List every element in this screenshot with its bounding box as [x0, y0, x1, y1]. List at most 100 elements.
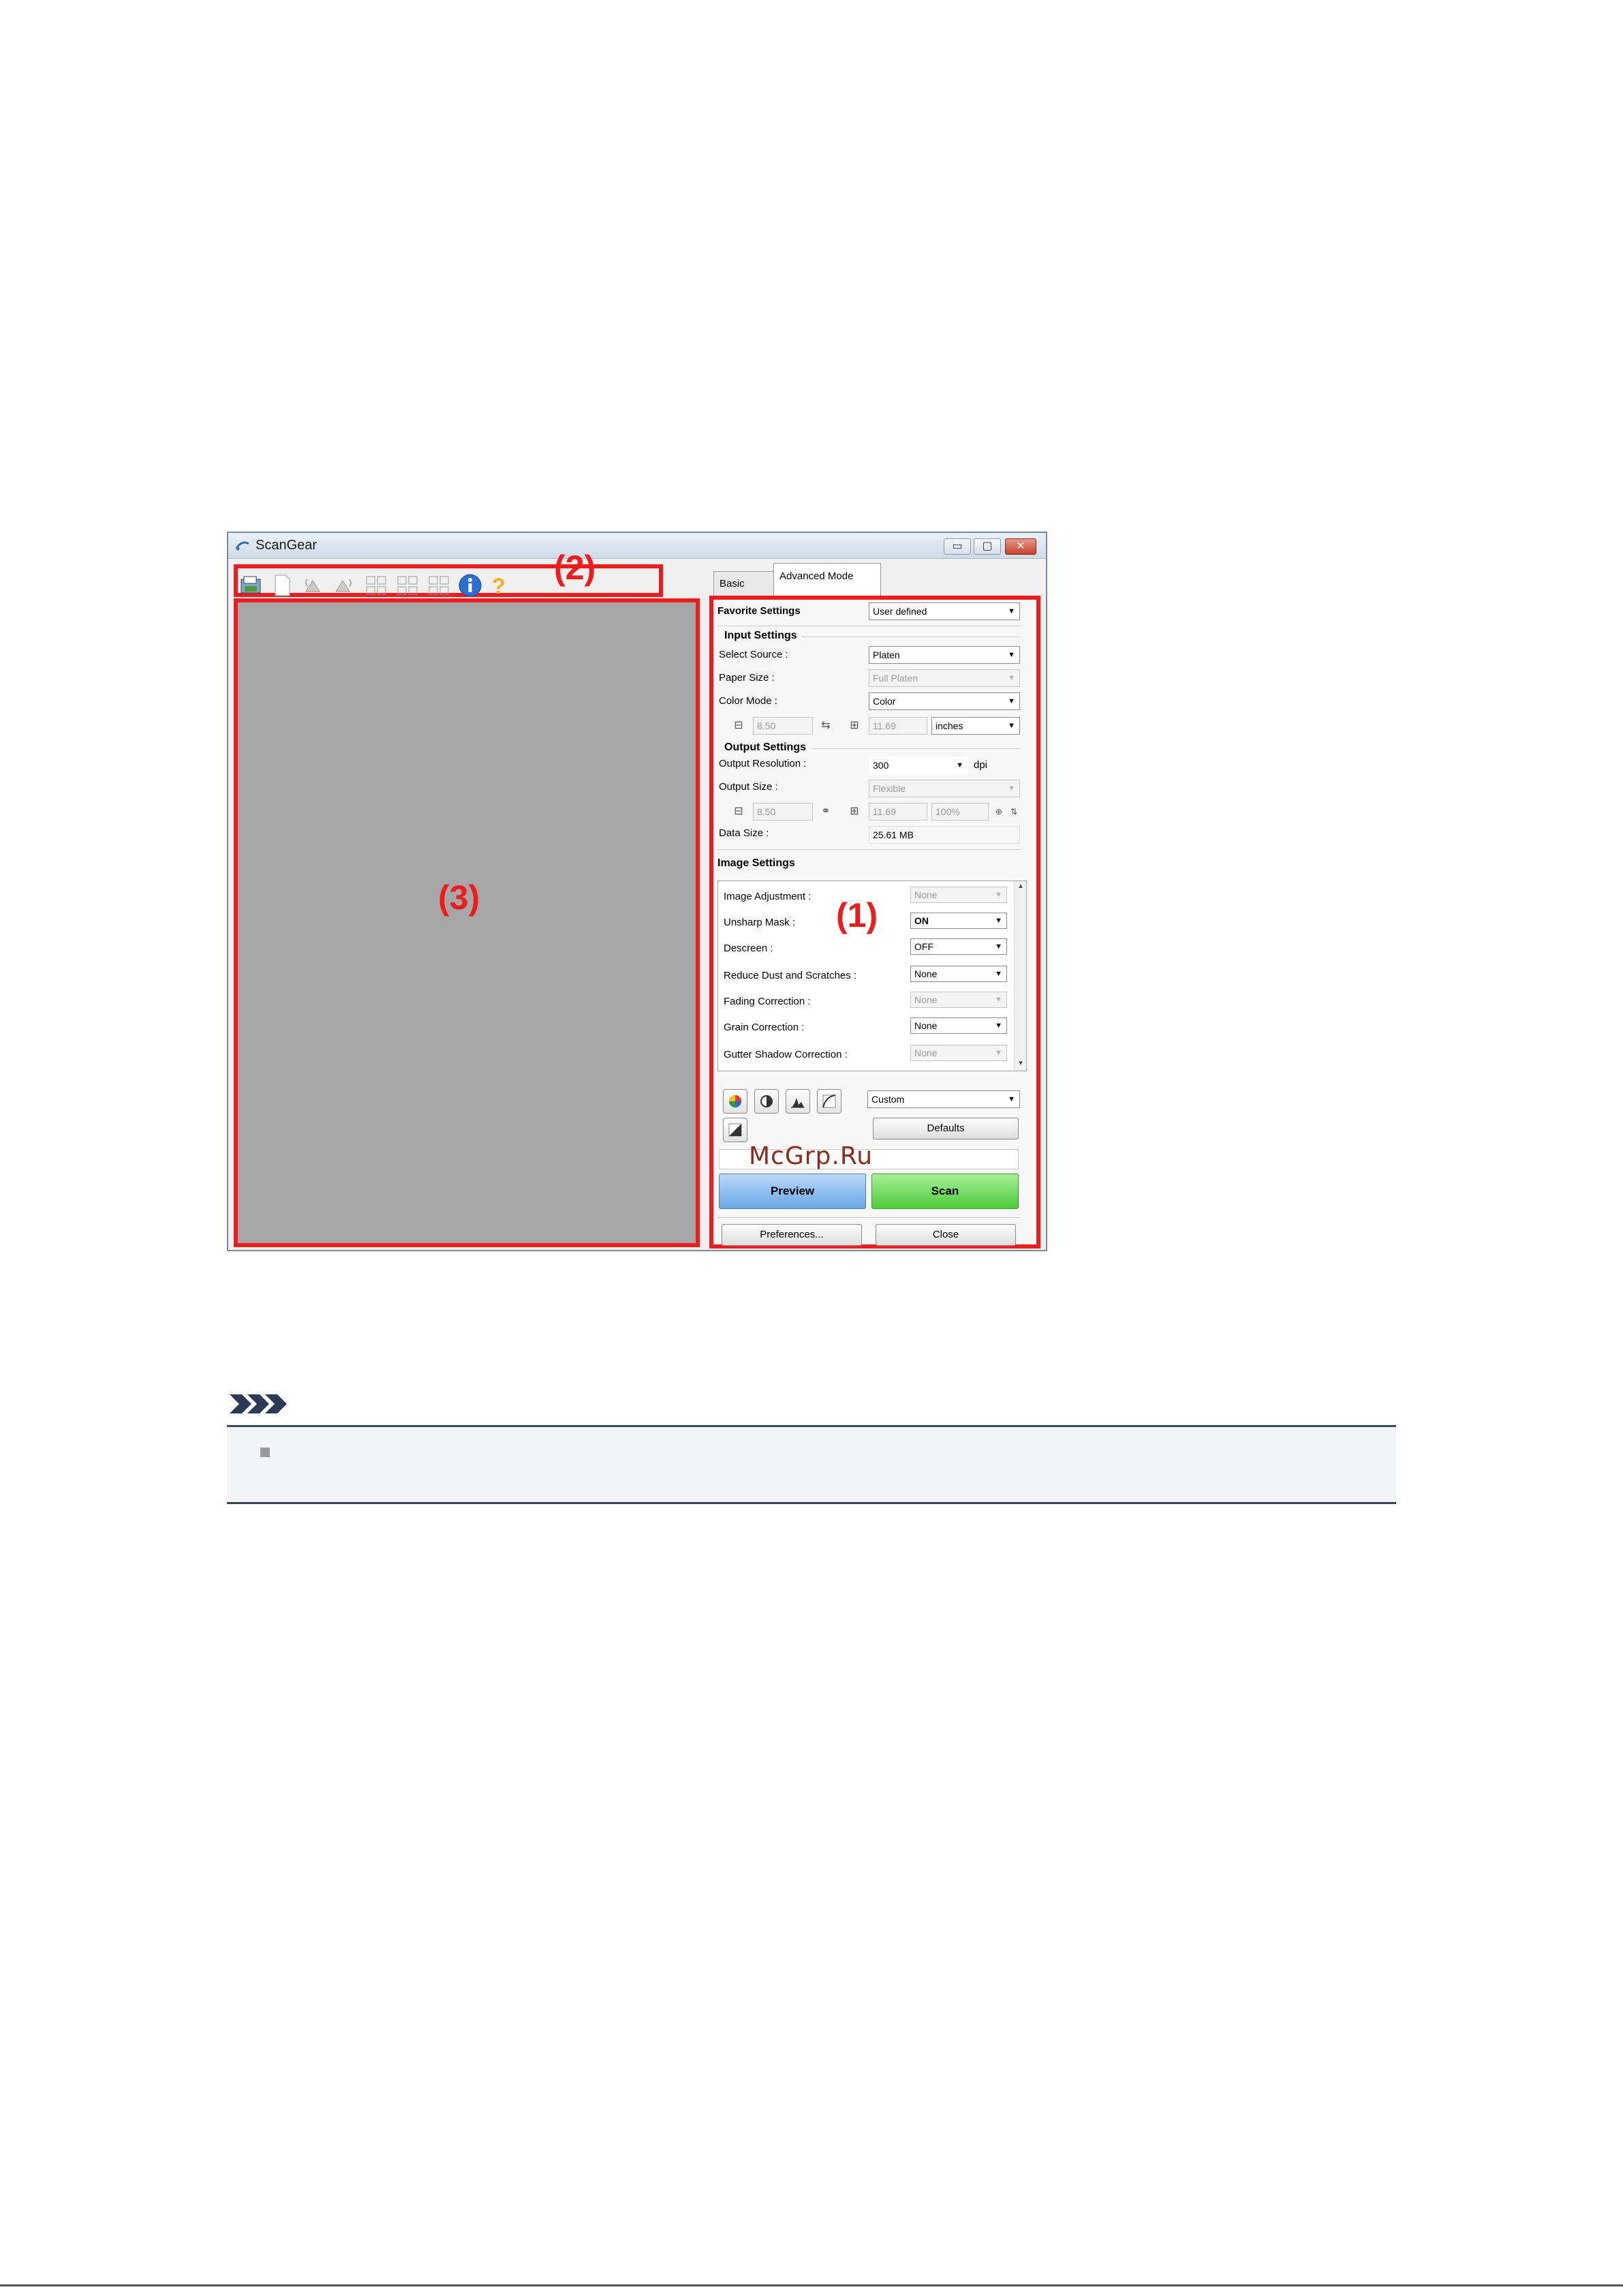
note-arrows-icon	[230, 1394, 287, 1413]
add-size-icon[interactable]: ⊕	[991, 804, 1006, 819]
tone-preset-select[interactable]: Custom ▼	[867, 1090, 1020, 1108]
data-size-value: 25.61 MB	[869, 826, 1020, 844]
image-adjustment-select[interactable]: None ▼	[910, 887, 1007, 903]
tab-basic-mode[interactable]: Basic Mode	[713, 571, 779, 597]
toolbar: ?	[234, 564, 663, 598]
clear-icon[interactable]	[269, 572, 295, 598]
dropdown-arrow-icon: ▼	[956, 761, 963, 769]
unit-select[interactable]: inches ▼	[931, 717, 1020, 735]
check-all-frames-icon[interactable]	[395, 572, 420, 598]
color-mode-label: Color Mode :	[719, 695, 777, 707]
gutter-shadow-label: Gutter Shadow Correction :	[724, 1049, 848, 1060]
grain-correction-select[interactable]: None ▼	[910, 1017, 1007, 1034]
unsharp-mask-select[interactable]: ON ▼	[910, 913, 1007, 929]
histogram-button[interactable]	[786, 1089, 810, 1114]
divider	[717, 849, 1020, 850]
saturation-color-balance-button[interactable]	[723, 1089, 747, 1114]
svg-text:?: ?	[492, 574, 506, 598]
tab-advanced-mode[interactable]: Advanced Mode	[773, 563, 881, 597]
input-settings-title: Input Settings	[724, 630, 797, 641]
callout-2: (2)	[554, 549, 596, 587]
select-source-select[interactable]: Platen ▼	[869, 646, 1020, 664]
information-icon[interactable]	[457, 572, 483, 598]
minimize-button[interactable]: ▭	[944, 538, 971, 555]
dropdown-arrow-icon: ▼	[995, 970, 1002, 978]
dropdown-arrow-icon: ▼	[1008, 607, 1015, 615]
color-wheel-icon	[729, 1095, 741, 1107]
fading-correction-select[interactable]: None ▼	[910, 992, 1007, 1008]
dropdown-arrow-icon: ▼	[1008, 651, 1015, 659]
link-aspect-icon[interactable]: ⚭	[818, 804, 833, 819]
width-icon: ⊟	[734, 720, 743, 731]
uncheck-all-frames-icon[interactable]	[426, 572, 452, 598]
dropdown-arrow-icon: ▼	[995, 1049, 1002, 1057]
width-icon: ⊟	[734, 806, 743, 817]
preview-area[interactable]	[234, 598, 700, 1247]
preferences-button[interactable]: Preferences...	[722, 1224, 862, 1246]
color-mode-select[interactable]: Color ▼	[869, 692, 1020, 710]
output-resolution-select[interactable]: 300 ▼	[869, 756, 968, 774]
image-adjustment-label: Image Adjustment :	[724, 891, 812, 902]
multi-crop-icon[interactable]	[363, 572, 389, 598]
output-settings-title: Output Settings	[724, 741, 806, 753]
title-bar: ScanGear ▭ ▢ ✕	[228, 533, 1046, 559]
fading-correction-label: Fading Correction :	[724, 996, 811, 1007]
input-width-field[interactable]: 8.50	[753, 717, 813, 735]
note-box	[227, 1427, 1396, 1502]
descreen-label: Descreen :	[724, 943, 773, 954]
scale-field[interactable]: 100%	[931, 803, 989, 821]
brightness-contrast-button[interactable]	[754, 1089, 779, 1114]
output-height-field[interactable]: 11.69	[869, 803, 927, 821]
scroll-down-icon[interactable]: ▼	[1017, 1060, 1024, 1067]
rotate-right-icon[interactable]	[330, 572, 356, 598]
dropdown-arrow-icon: ▼	[1008, 722, 1015, 730]
dropdown-arrow-icon: ▼	[995, 917, 1002, 925]
threshold-button[interactable]	[723, 1118, 747, 1142]
image-settings-scrollbar[interactable]: ▲ ▼	[1014, 881, 1026, 1071]
rotate-left-icon[interactable]	[300, 572, 326, 598]
dropdown-arrow-icon: ▼	[1008, 784, 1015, 793]
swap-size-icon[interactable]: ⇅	[1006, 804, 1021, 819]
help-icon[interactable]: ?	[486, 572, 512, 598]
reduce-dust-label: Reduce Dust and Scratches :	[724, 970, 857, 981]
window-title: ScanGear	[256, 538, 318, 553]
maximize-button[interactable]: ▢	[974, 538, 1001, 555]
gutter-shadow-select[interactable]: None ▼	[910, 1045, 1007, 1061]
tone-curve-button[interactable]	[817, 1089, 841, 1114]
output-width-field[interactable]: 8.50	[753, 803, 813, 821]
divider	[812, 748, 1020, 749]
tone-curve-icon	[822, 1095, 836, 1108]
output-size-select[interactable]: Flexible ▼	[869, 780, 1020, 797]
histogram-icon	[791, 1098, 805, 1108]
paper-size-select[interactable]: Full Platen ▼	[869, 669, 1020, 687]
close-button[interactable]: Close	[876, 1224, 1016, 1246]
resolution-unit: dpi	[974, 759, 988, 771]
threshold-icon	[728, 1123, 742, 1137]
settings-panel: Favorite Settings User defined ▼ Input Se…	[709, 596, 1040, 1249]
defaults-button[interactable]: Defaults	[873, 1118, 1019, 1139]
reduce-dust-select[interactable]: None ▼	[910, 966, 1007, 982]
preview-button[interactable]: Preview	[719, 1174, 866, 1209]
scangear-window: ScanGear ▭ ▢ ✕ ? (2) (3) Basic Advanced …	[227, 532, 1047, 1251]
watermark-text: McGrp.Ru	[749, 1142, 874, 1170]
close-window-button[interactable]: ✕	[1005, 538, 1036, 555]
paper-size-label: Paper Size :	[719, 672, 775, 684]
select-source-label: Select Source :	[719, 649, 788, 660]
input-height-field[interactable]: 11.69	[869, 717, 927, 735]
callout-1: (1)	[836, 896, 878, 934]
swap-orientation-icon[interactable]: ⇆	[818, 718, 833, 733]
grain-correction-label: Grain Correction :	[724, 1022, 805, 1033]
favorite-settings-select[interactable]: User defined ▼	[869, 602, 1020, 620]
favorite-settings-label: Favorite Settings	[717, 605, 801, 617]
height-icon: ⊞	[850, 720, 859, 731]
auto-scan-icon[interactable]	[238, 572, 264, 598]
output-size-label: Output Size :	[719, 781, 778, 793]
scan-button[interactable]: Scan	[871, 1174, 1019, 1209]
footer-rule	[0, 2284, 1623, 2286]
dropdown-arrow-icon: ▼	[995, 891, 1002, 899]
data-size-label: Data Size :	[719, 827, 769, 839]
descreen-select[interactable]: OFF ▼	[910, 938, 1007, 955]
favorite-settings-value: User defined	[873, 606, 927, 617]
dropdown-arrow-icon: ▼	[995, 1022, 1002, 1030]
scroll-up-icon[interactable]: ▲	[1017, 883, 1024, 890]
